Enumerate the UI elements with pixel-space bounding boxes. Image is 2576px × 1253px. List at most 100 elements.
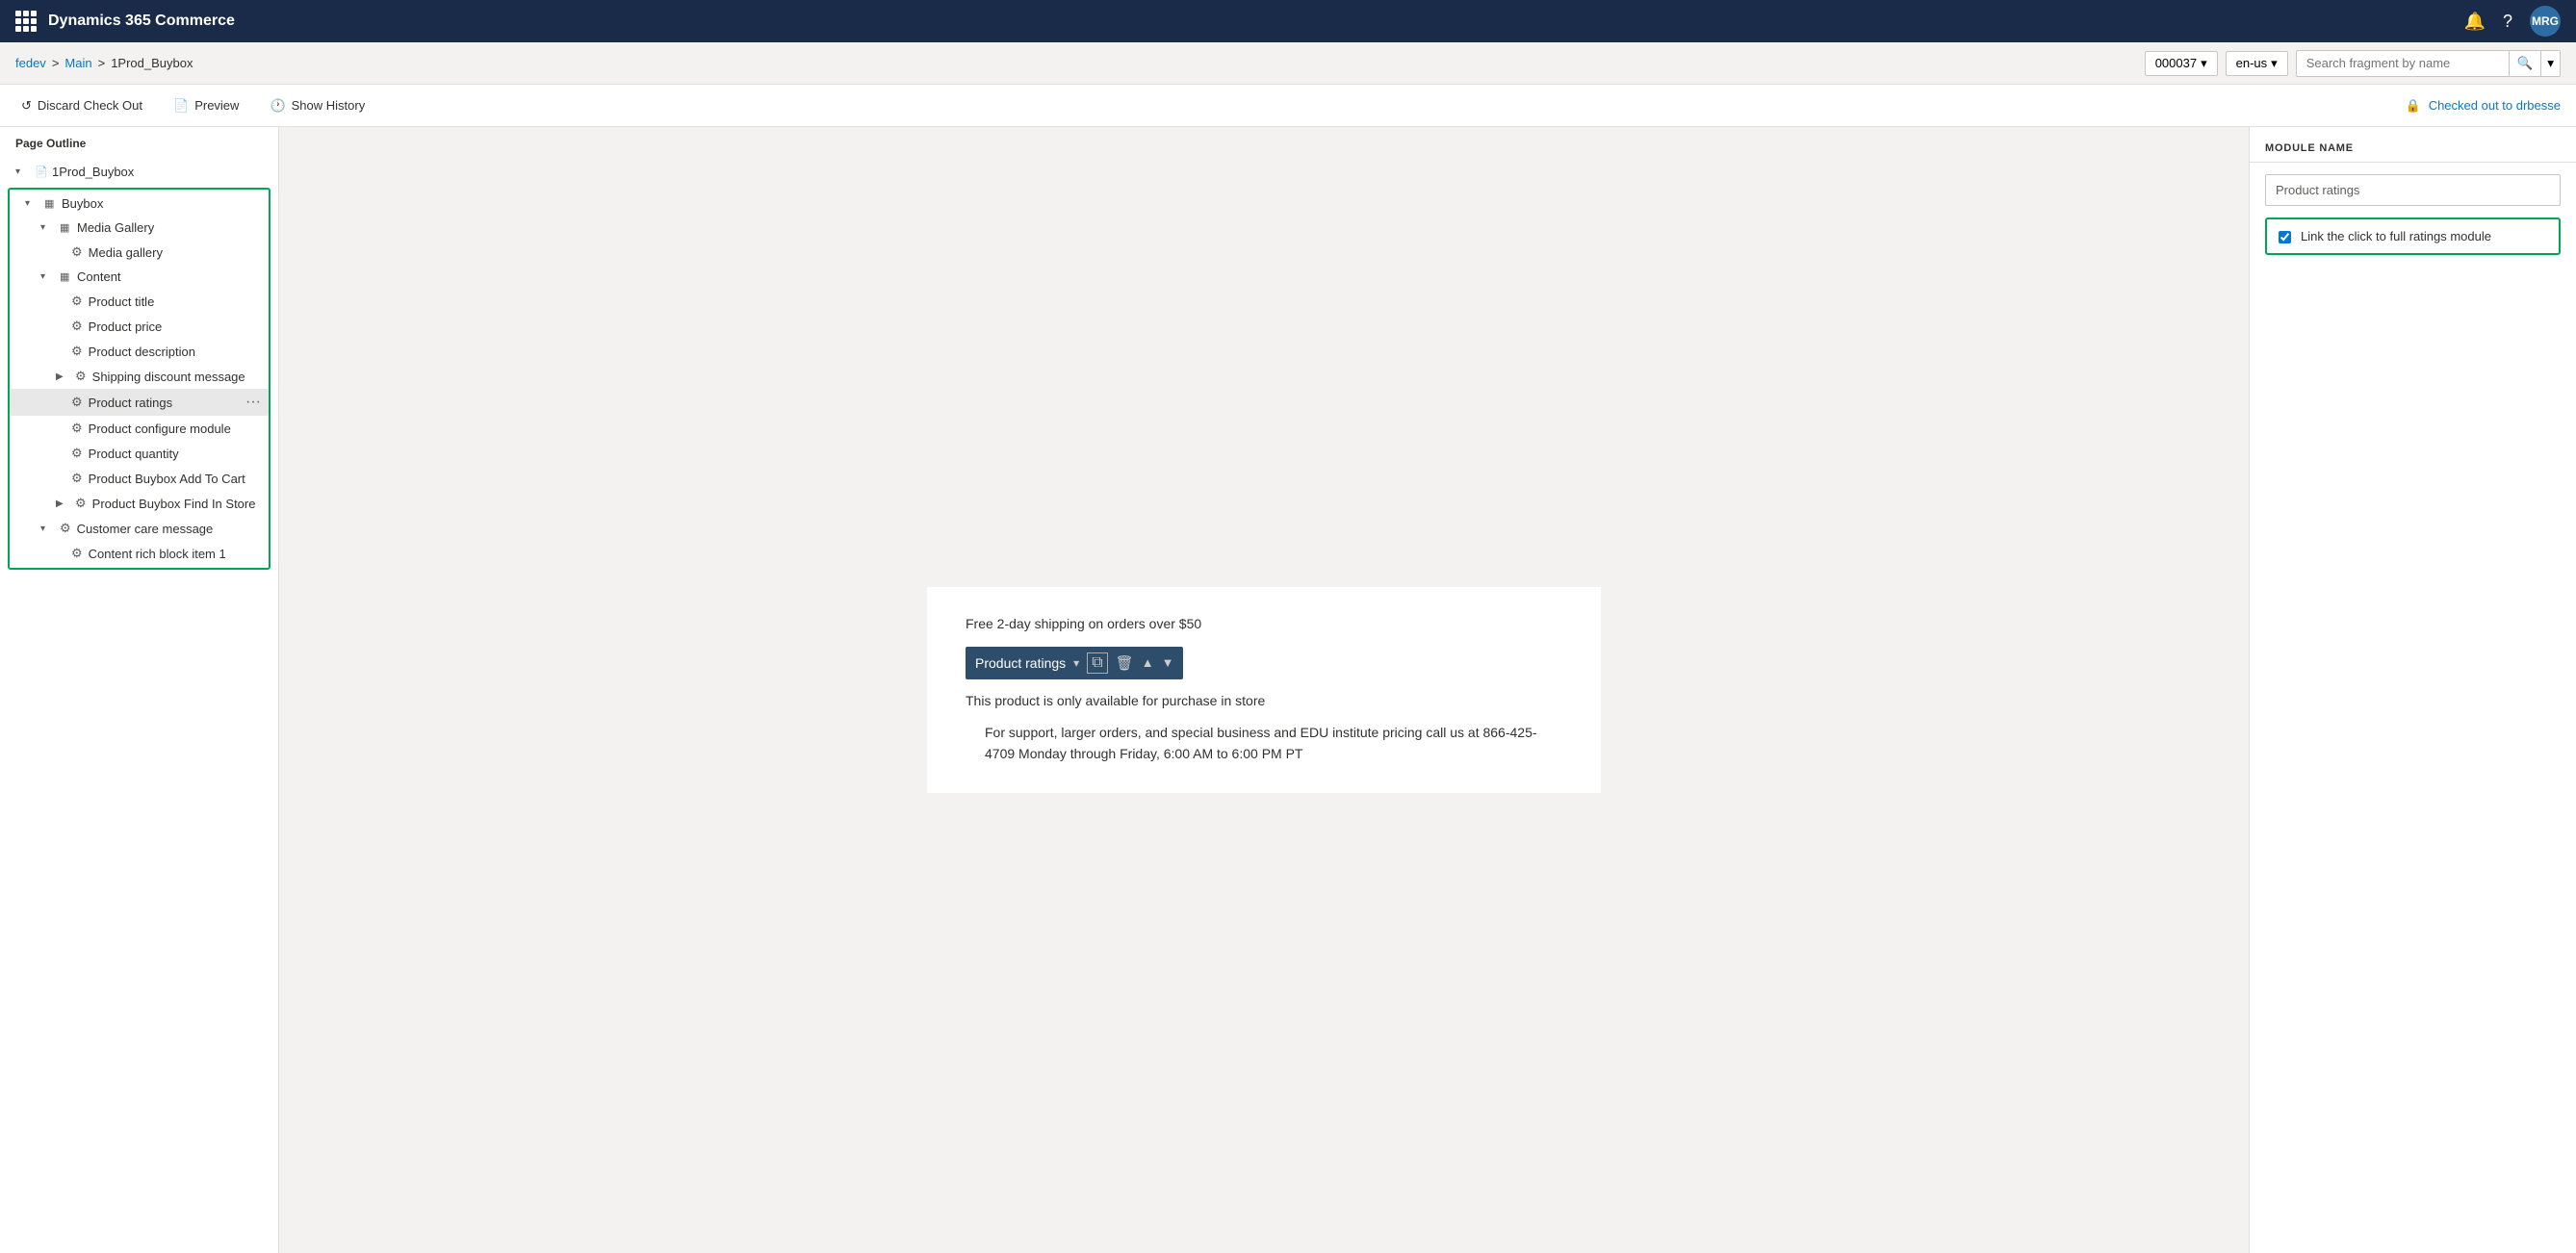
- breadcrumb-sep-1: >: [52, 56, 60, 70]
- notification-icon[interactable]: 🔔: [2464, 12, 2486, 32]
- product-price-label: Product price: [89, 320, 261, 334]
- toolbar: ↺ Discard Check Out 📄 Preview 🕐 Show His…: [0, 85, 2576, 127]
- breadcrumb-sep-2: >: [98, 56, 106, 70]
- search-button[interactable]: 🔍: [2509, 51, 2541, 76]
- shipping-discount-label: Shipping discount message: [92, 370, 261, 384]
- help-icon[interactable]: ?: [2503, 12, 2512, 32]
- product-ratings-toolbar: Product ratings ▾ ⧉ 🗑 ▲ ▼: [966, 647, 1183, 679]
- product-qty-spacer: [56, 447, 71, 461]
- sidebar-item-buybox-find-in-store[interactable]: ▶ ⚙ Product Buybox Find In Store: [10, 491, 269, 516]
- fragment-search: 🔍 ▾: [2296, 50, 2561, 77]
- avatar[interactable]: MRG: [2530, 6, 2561, 37]
- search-input[interactable]: [2297, 51, 2509, 75]
- right-panel-header: MODULE NAME: [2250, 127, 2576, 163]
- right-panel: MODULE NAME Link the click to full ratin…: [2249, 127, 2576, 1253]
- lock-icon: 🔒: [2406, 98, 2421, 114]
- gear-icon-product-title: ⚙: [71, 294, 83, 309]
- gear-icon-shipping: ⚙: [75, 369, 87, 384]
- locale-chevron-icon: ▾: [2271, 56, 2278, 71]
- buybox-collapse-icon: ▾: [25, 198, 40, 209]
- sidebar-item-content[interactable]: ▾ ▦ Content: [10, 265, 269, 289]
- gear-icon-content-rich: ⚙: [71, 546, 83, 561]
- breadcrumb-controls: 000037 ▾ en-us ▾ 🔍 ▾: [2145, 50, 2561, 77]
- discard-checkout-label: Discard Check Out: [38, 98, 142, 113]
- main-layout: Page Outline ▾ 📄 1Prod_Buybox ▾ ▦ Buybox…: [0, 127, 2576, 1253]
- discard-checkout-button[interactable]: ↺ Discard Check Out: [15, 94, 148, 117]
- sidebar-item-product-title[interactable]: ⚙ Product title: [10, 289, 269, 314]
- environment-dropdown[interactable]: 000037 ▾: [2145, 51, 2218, 76]
- link-ratings-label: Link the click to full ratings module: [2301, 229, 2491, 243]
- ratings-copy-icon[interactable]: ⧉: [1087, 652, 1107, 674]
- product-title-label: Product title: [89, 294, 261, 309]
- product-quantity-label: Product quantity: [89, 447, 261, 461]
- buybox-find-in-store-label: Product Buybox Find In Store: [92, 497, 261, 511]
- sidebar-item-product-price[interactable]: ⚙ Product price: [10, 314, 269, 339]
- buybox-label: Buybox: [62, 196, 261, 211]
- sidebar-item-product-description[interactable]: ⚙ Product description: [10, 339, 269, 364]
- locale-dropdown[interactable]: en-us ▾: [2226, 51, 2288, 76]
- content-rich-block-label: Content rich block item 1: [89, 547, 261, 561]
- product-ratings-spacer: [56, 396, 71, 410]
- ellipsis-icon[interactable]: ···: [245, 394, 261, 411]
- sidebar-item-product-ratings[interactable]: ⚙ Product ratings ···: [10, 389, 269, 416]
- show-history-label: Show History: [292, 98, 366, 113]
- buybox-add-spacer: [56, 472, 71, 486]
- gear-icon-media-gallery: ⚙: [71, 244, 83, 260]
- preview-label: Preview: [194, 98, 239, 113]
- grid-icon-3: ▦: [60, 270, 73, 283]
- gear-icon-product-ratings: ⚙: [71, 395, 83, 410]
- gear-icon-product-desc: ⚙: [71, 344, 83, 359]
- buybox-outline: ▾ ▦ Buybox ▾ ▦ Media Gallery ⚙ Media gal…: [8, 188, 270, 570]
- sidebar-item-customer-care[interactable]: ▾ ⚙ Customer care message: [10, 516, 269, 541]
- link-ratings-checkbox[interactable]: [2279, 231, 2291, 243]
- preview-button[interactable]: 📄 Preview: [167, 94, 245, 117]
- sidebar-item-media-gallery[interactable]: ▾ ▦ Media Gallery: [10, 216, 269, 240]
- gear-icon-buybox-find: ⚙: [75, 496, 87, 511]
- media-gallery-label: Media Gallery: [77, 220, 261, 235]
- gear-icon-product-configure: ⚙: [71, 421, 83, 436]
- ratings-move-up-icon[interactable]: ▲: [1142, 655, 1154, 670]
- left-sidebar: Page Outline ▾ 📄 1Prod_Buybox ▾ ▦ Buybox…: [0, 127, 279, 1253]
- waffle-menu-icon[interactable]: [15, 11, 37, 32]
- sidebar-item-product-configure[interactable]: ⚙ Product configure module: [10, 416, 269, 441]
- gear-icon-customer-care: ⚙: [60, 521, 71, 536]
- ratings-dropdown-icon[interactable]: ▾: [1073, 656, 1079, 670]
- toolbar-right: 🔒 Checked out to drbesse: [2406, 98, 2562, 114]
- show-history-button[interactable]: 🕐 Show History: [264, 94, 371, 117]
- customer-care-collapse-icon: ▾: [40, 524, 56, 534]
- sidebar-item-content-rich-block[interactable]: ⚙ Content rich block item 1: [10, 541, 269, 566]
- shipping-message: Free 2-day shipping on orders over $50: [966, 616, 1562, 631]
- page-outline-section: Page Outline ▾ 📄 1Prod_Buybox ▾ ▦ Buybox…: [0, 127, 278, 570]
- sidebar-item-shipping-discount[interactable]: ▶ ⚙ Shipping discount message: [10, 364, 269, 389]
- ratings-delete-icon[interactable]: 🗑: [1116, 654, 1134, 672]
- customer-care-label: Customer care message: [77, 522, 261, 536]
- buybox-add-to-cart-label: Product Buybox Add To Cart: [89, 472, 261, 486]
- sidebar-item-buybox[interactable]: ▾ ▦ Buybox: [10, 192, 269, 216]
- undo-icon: ↺: [21, 98, 32, 114]
- product-price-spacer: [56, 320, 71, 334]
- environment-chevron-icon: ▾: [2201, 56, 2207, 71]
- product-description-label: Product description: [89, 345, 261, 359]
- product-configure-label: Product configure module: [89, 422, 261, 436]
- media-gallery-item-spacer: [56, 245, 71, 260]
- media-gallery-collapse-icon: ▾: [40, 222, 56, 233]
- breadcrumb-fedev[interactable]: fedev: [15, 56, 46, 70]
- sidebar-item-product-quantity[interactable]: ⚙ Product quantity: [10, 441, 269, 466]
- environment-value: 000037: [2155, 56, 2197, 70]
- support-message: For support, larger orders, and special …: [966, 722, 1562, 765]
- media-gallery-item-label: Media gallery: [89, 245, 261, 260]
- root-label: 1Prod_Buybox: [52, 165, 270, 179]
- grid-icon: ▦: [44, 197, 58, 210]
- sidebar-item-buybox-add-to-cart[interactable]: ⚙ Product Buybox Add To Cart: [10, 466, 269, 491]
- locale-value: en-us: [2236, 56, 2268, 70]
- sidebar-item-root[interactable]: ▾ 📄 1Prod_Buybox: [0, 160, 278, 184]
- ratings-move-down-icon[interactable]: ▼: [1162, 655, 1174, 670]
- app-title: Dynamics 365 Commerce: [48, 13, 235, 30]
- search-dropdown-button[interactable]: ▾: [2540, 51, 2560, 76]
- breadcrumb-main[interactable]: Main: [64, 56, 91, 70]
- content-rich-spacer: [56, 547, 71, 561]
- history-icon: 🕐: [270, 98, 285, 114]
- content-label: Content: [77, 269, 261, 284]
- module-name-input[interactable]: [2266, 175, 2560, 205]
- sidebar-item-media-gallery-item[interactable]: ⚙ Media gallery: [10, 240, 269, 265]
